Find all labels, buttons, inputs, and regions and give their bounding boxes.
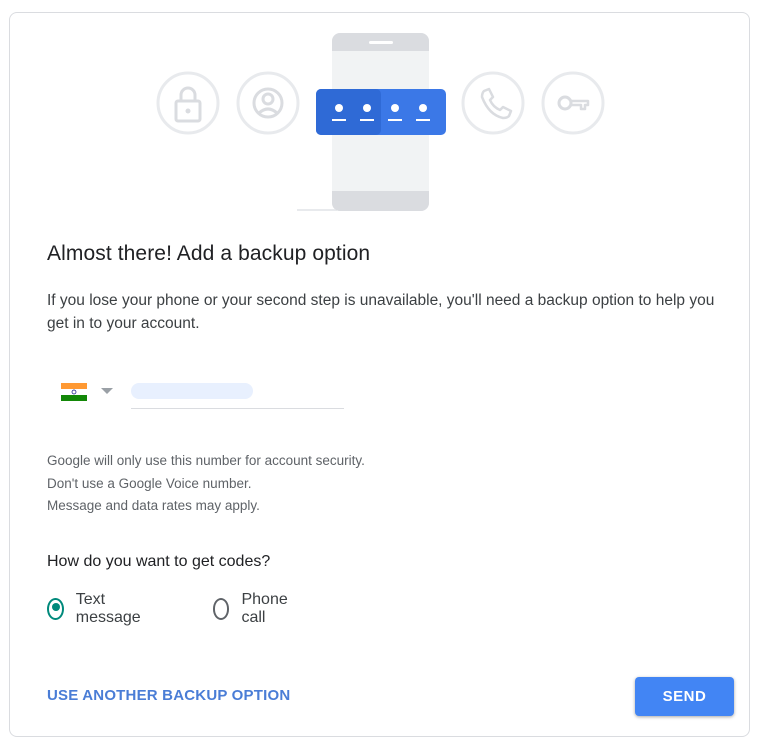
phone-call-label: Phone call — [241, 591, 288, 626]
send-button[interactable]: SEND — [635, 677, 734, 716]
page-title: Almost there! Add a backup option — [47, 242, 371, 265]
phone-call-radio[interactable] — [213, 598, 230, 620]
account-circle-icon — [236, 71, 300, 135]
note-rates: Message and data rates may apply. — [47, 498, 260, 513]
lock-icon — [156, 71, 220, 135]
note-security: Google will only use this number for acc… — [47, 453, 365, 468]
notes-list: Google will only use this number for acc… — [47, 450, 365, 518]
codes-question: How do you want to get codes? — [47, 553, 271, 570]
text-message-option[interactable]: Text message — [47, 591, 146, 626]
phone-number-row — [47, 377, 347, 411]
phone-icon — [461, 71, 525, 135]
phone-number-value-redacted — [131, 383, 253, 399]
use-another-backup-option-link[interactable]: USE ANOTHER BACKUP OPTION — [47, 687, 290, 704]
india-flag-icon[interactable] — [61, 383, 87, 401]
text-message-radio[interactable] — [47, 598, 64, 620]
note-voice: Don't use a Google Voice number. — [47, 475, 252, 491]
description-text: If you lose your phone or your second st… — [47, 292, 715, 332]
backup-option-card: Almost there! Add a backup option If you… — [9, 12, 750, 737]
phone-call-option[interactable]: Phone call — [213, 591, 293, 626]
key-icon — [541, 71, 605, 135]
dropdown-caret-icon[interactable] — [101, 388, 113, 394]
password-card-graphic — [316, 89, 446, 135]
illustration — [156, 33, 605, 211]
text-message-label: Text message — [75, 591, 141, 626]
